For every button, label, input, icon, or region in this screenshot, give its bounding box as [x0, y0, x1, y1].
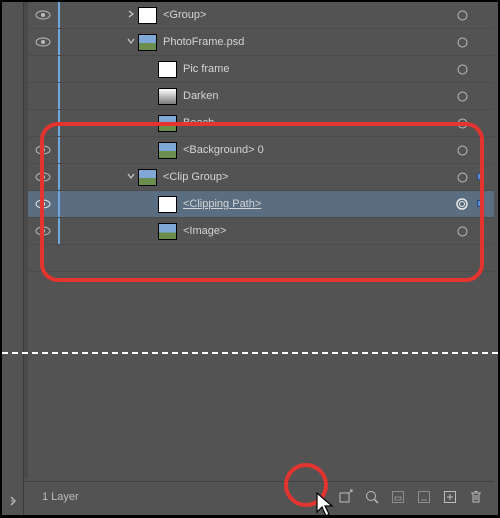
target-icon[interactable]: [454, 36, 470, 48]
layer-thumbnail: [158, 223, 177, 240]
delete-button[interactable]: [468, 489, 484, 505]
layer-label: <Clipping Path>: [183, 198, 454, 210]
selection-square[interactable]: [472, 171, 488, 183]
empty-row: [28, 245, 494, 272]
new-layer-button[interactable]: [442, 489, 458, 505]
layer-row-picframe[interactable]: Pic frame: [28, 56, 494, 83]
layer-row-background[interactable]: <Background> 0: [28, 137, 494, 164]
layer-thumbnail: [138, 34, 157, 51]
layer-count-label: 1 Layer: [42, 491, 338, 503]
panel-left-rail: [2, 2, 24, 515]
layer-row-clipgroup[interactable]: <Clip Group>: [28, 164, 494, 191]
layer-label: <Clip Group>: [163, 171, 454, 183]
layer-label: <Image>: [183, 225, 454, 237]
target-icon[interactable]: [454, 63, 470, 75]
target-icon[interactable]: [454, 117, 470, 129]
panel-footer: 1 Layer: [24, 481, 494, 511]
layer-thumbnail: [138, 169, 157, 186]
layer-row-image[interactable]: <Image>: [28, 218, 494, 245]
layer-thumbnail: [158, 88, 177, 105]
layer-row-clippingpath[interactable]: <Clipping Path>: [28, 191, 494, 218]
layer-row-group[interactable]: <Group>: [28, 2, 494, 29]
target-icon[interactable]: [454, 198, 470, 210]
find-object-button[interactable]: [364, 489, 380, 505]
layer-label: Darken: [183, 90, 454, 102]
layer-row-beach[interactable]: Beach: [28, 110, 494, 137]
layer-tree: <Group> PhotoFrame.psd Pic frame: [28, 2, 494, 272]
chevron-right-icon[interactable]: [124, 10, 138, 20]
chevron-down-icon[interactable]: [124, 37, 138, 47]
layer-thumbnail: [138, 7, 157, 24]
target-icon[interactable]: [454, 90, 470, 102]
layers-panel: <Group> PhotoFrame.psd Pic frame: [2, 2, 498, 515]
panel-collapse-chevron[interactable]: [2, 493, 24, 515]
target-icon[interactable]: [454, 144, 470, 156]
target-icon[interactable]: [454, 225, 470, 237]
chevron-down-icon[interactable]: [124, 172, 138, 182]
make-clipping-mask-button[interactable]: [390, 489, 406, 505]
visibility-icon[interactable]: [28, 144, 58, 156]
visibility-icon[interactable]: [28, 171, 58, 183]
layer-thumbnail: [158, 196, 177, 213]
layer-label: <Group>: [163, 9, 454, 21]
layer-label: PhotoFrame.psd: [163, 36, 454, 48]
layer-label: Pic frame: [183, 63, 454, 75]
layer-thumbnail: [158, 115, 177, 132]
visibility-icon[interactable]: [28, 9, 58, 21]
layer-row-darken[interactable]: Darken: [28, 83, 494, 110]
layer-label: Beach: [183, 117, 454, 129]
panel-divider-dashed: [2, 352, 498, 354]
layer-row-photoframe[interactable]: PhotoFrame.psd: [28, 29, 494, 56]
visibility-icon[interactable]: [28, 198, 58, 210]
target-icon[interactable]: [454, 171, 470, 183]
target-icon[interactable]: [454, 9, 470, 21]
new-sublayer-button[interactable]: [416, 489, 432, 505]
visibility-icon[interactable]: [28, 36, 58, 48]
layer-label: <Background> 0: [183, 144, 454, 156]
visibility-icon[interactable]: [28, 225, 58, 237]
layer-thumbnail: [158, 61, 177, 78]
locate-object-button[interactable]: [338, 489, 354, 505]
layer-thumbnail: [158, 142, 177, 159]
selection-square[interactable]: [472, 198, 488, 210]
